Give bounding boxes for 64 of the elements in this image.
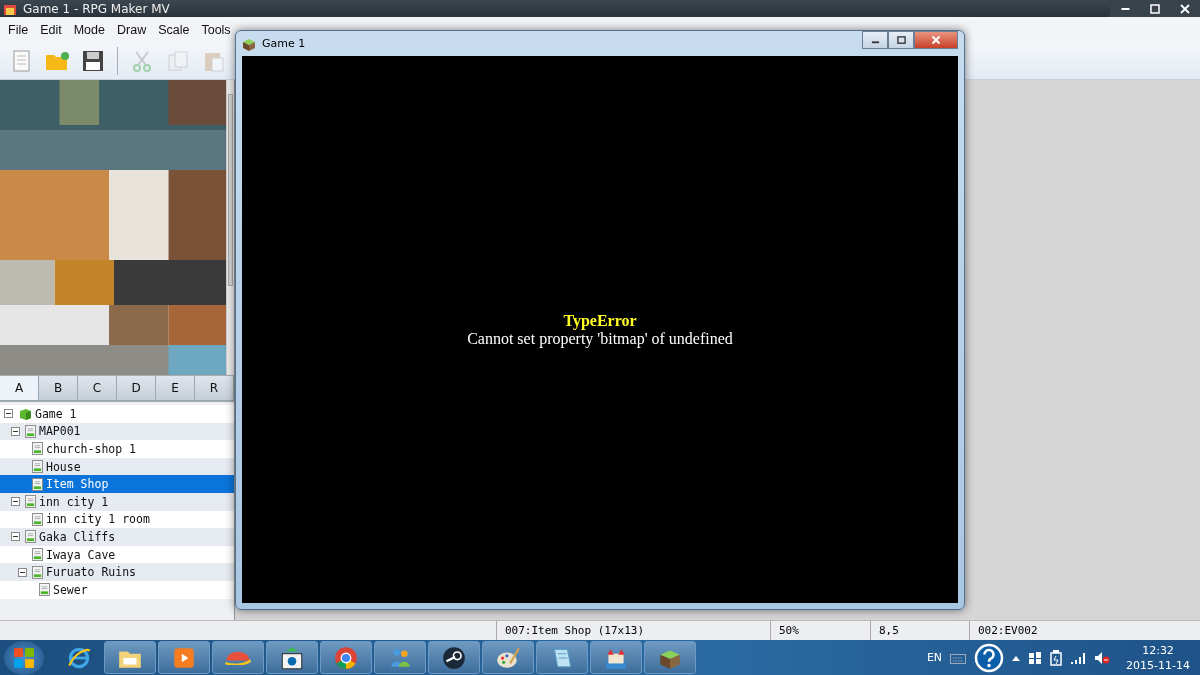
cube-icon bbox=[242, 36, 256, 51]
tileset-tab[interactable]: C bbox=[78, 376, 117, 400]
collapse-icon[interactable] bbox=[18, 567, 27, 577]
map-tree-item[interactable]: Game 1 bbox=[0, 405, 234, 423]
menu-item[interactable]: Scale bbox=[158, 22, 190, 37]
error-message: Cannot set property 'bitmap' of undefined bbox=[467, 329, 733, 348]
tileset-tab[interactable]: D bbox=[117, 376, 156, 400]
tileset-tab[interactable]: B bbox=[39, 376, 78, 400]
minimize-button[interactable] bbox=[1110, 0, 1140, 17]
window-title: Game 1 bbox=[262, 37, 306, 50]
menu-item[interactable]: File bbox=[8, 22, 29, 37]
menu-item[interactable]: Draw bbox=[117, 22, 147, 37]
tileset-tab[interactable]: R bbox=[195, 376, 234, 400]
taskbar-button[interactable] bbox=[104, 641, 156, 674]
map-icon bbox=[39, 583, 50, 597]
map-icon bbox=[32, 565, 43, 579]
windows-logo-icon bbox=[13, 646, 35, 669]
map-icon bbox=[32, 460, 43, 474]
windows-flag-icon[interactable] bbox=[1028, 650, 1043, 665]
language-indicator[interactable]: EN bbox=[926, 651, 943, 664]
map-icon bbox=[32, 442, 43, 456]
map-icon bbox=[25, 495, 36, 509]
scrollbar[interactable] bbox=[226, 80, 234, 375]
speaker-muted-icon[interactable] bbox=[1094, 650, 1111, 665]
cube-icon bbox=[18, 406, 32, 421]
menu-item[interactable]: Edit bbox=[40, 22, 62, 37]
map-tree-item[interactable]: Gaka Cliffs bbox=[0, 528, 234, 546]
taskbar-button[interactable] bbox=[266, 641, 318, 674]
help-icon[interactable] bbox=[974, 642, 1005, 673]
close-icon bbox=[1180, 3, 1190, 14]
menu-item[interactable]: Mode bbox=[73, 22, 105, 37]
maximize-icon bbox=[896, 35, 906, 45]
menu-item[interactable]: Tools bbox=[201, 22, 231, 37]
map-icon bbox=[25, 530, 36, 544]
maximize-icon bbox=[1150, 3, 1160, 14]
close-button[interactable] bbox=[914, 31, 958, 49]
status-text: 002:EV002 bbox=[977, 623, 1039, 639]
tileset-tab[interactable]: A bbox=[0, 376, 39, 400]
keyboard-icon[interactable] bbox=[950, 651, 967, 664]
close-button[interactable] bbox=[1170, 0, 1200, 17]
collapse-icon[interactable] bbox=[11, 426, 20, 436]
clock-time: 12:32 bbox=[1142, 642, 1174, 658]
clock[interactable]: 12:32 2015-11-14 bbox=[1126, 642, 1190, 673]
map-icon bbox=[32, 477, 43, 491]
close-icon bbox=[931, 35, 941, 45]
map-tree-item[interactable]: Furuato Ruins bbox=[0, 563, 234, 581]
collapse-icon[interactable] bbox=[11, 532, 20, 542]
clock-date: 2015-11-14 bbox=[1126, 657, 1190, 673]
tileset-tab[interactable]: E bbox=[156, 376, 195, 400]
map-icon bbox=[32, 548, 43, 562]
collapse-icon[interactable] bbox=[4, 409, 13, 419]
map-tree-item[interactable]: church-shop 1 bbox=[0, 440, 234, 458]
collapse-icon[interactable] bbox=[11, 497, 20, 507]
map-icon bbox=[25, 424, 36, 438]
map-icon bbox=[32, 512, 43, 526]
start-button[interactable] bbox=[4, 640, 44, 675]
show-hidden-icon[interactable] bbox=[1012, 654, 1021, 661]
signal-icon[interactable] bbox=[1070, 651, 1087, 664]
error-title: TypeError bbox=[563, 311, 637, 330]
window-title: Game 1 - RPG Maker MV bbox=[23, 1, 170, 16]
taskbar-button[interactable] bbox=[428, 641, 480, 674]
maximize-button[interactable] bbox=[888, 31, 914, 49]
minimize-icon bbox=[1120, 7, 1130, 10]
map-tree-item[interactable]: Item Shop bbox=[0, 475, 234, 493]
